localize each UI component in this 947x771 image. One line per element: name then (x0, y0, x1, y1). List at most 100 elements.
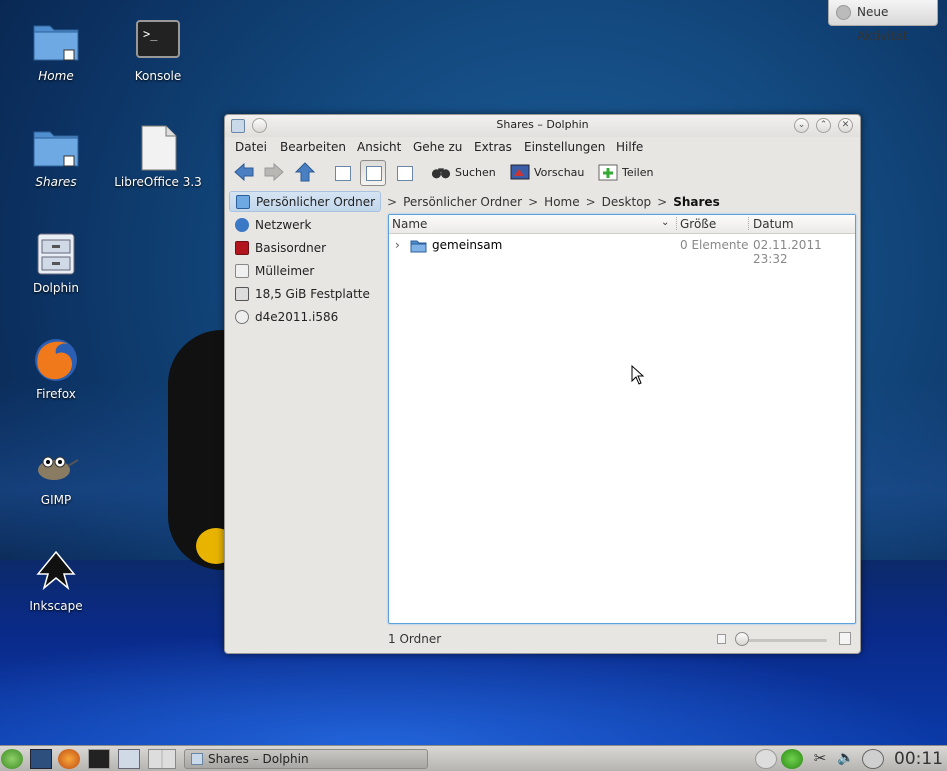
place-root[interactable]: Basisordner (229, 237, 381, 258)
dolphin-window: Shares – Dolphin ⌄ ⌃ ✕ Datei Bearbeiten … (224, 114, 861, 654)
details-view-button[interactable] (360, 160, 386, 186)
folder-icon (410, 239, 427, 256)
zoom-slider-handle[interactable] (735, 632, 749, 646)
column-divider[interactable] (748, 217, 749, 230)
breadcrumb-separator: > (387, 195, 398, 209)
up-button[interactable] (294, 160, 316, 184)
network-icon (235, 217, 249, 232)
menu-gehe-zu[interactable]: Gehe zu (413, 140, 462, 154)
menu-ansicht[interactable]: Ansicht (357, 140, 401, 154)
preview-label: Vorschau (534, 165, 585, 179)
window-title: Shares – Dolphin (496, 118, 589, 131)
place-harddisk[interactable]: 18,5 GiB Festplatte (229, 283, 381, 304)
forward-button[interactable] (263, 160, 285, 184)
expand-chevron-icon[interactable]: › (395, 238, 400, 252)
desktop-icon-gimp[interactable]: GIMP (11, 442, 101, 507)
firefox-icon[interactable] (58, 749, 80, 769)
breadcrumb-item[interactable]: Desktop (602, 195, 652, 209)
document-icon (134, 124, 182, 172)
zoom-slider-track[interactable] (739, 639, 827, 642)
root-folder-icon (235, 240, 249, 255)
mouse-cursor-icon (631, 365, 645, 385)
terminal-icon: >_ (134, 18, 182, 66)
breadcrumb-item[interactable]: Home (544, 195, 579, 209)
app-launcher-icon[interactable] (1, 749, 23, 769)
column-date[interactable]: Datum (753, 217, 794, 231)
show-desktop-icon[interactable] (30, 749, 52, 769)
breadcrumb-separator[interactable]: > (657, 195, 667, 209)
desktop-icon-dolphin[interactable]: Dolphin (11, 230, 101, 295)
home-icon (236, 194, 250, 209)
file-view[interactable]: Name ⌄ Größe Datum › gemeinsam 0 Element… (388, 214, 856, 624)
place-network[interactable]: Netzwerk (229, 214, 381, 235)
place-optical-disc[interactable]: d4e2011.i586 (229, 306, 381, 327)
notifications-icon[interactable] (755, 749, 777, 769)
menu-extras[interactable]: Extras (474, 140, 512, 154)
maximize-icon[interactable]: ⌃ (816, 118, 831, 133)
column-size[interactable]: Größe (680, 217, 716, 231)
task-dolphin[interactable]: Shares – Dolphin (184, 749, 428, 769)
menu-hilfe[interactable]: Hilfe (616, 140, 643, 154)
desktop-icon-libreoffice[interactable]: LibreOffice 3.3 (113, 124, 203, 189)
info-icon[interactable] (781, 749, 803, 769)
desktop-icon-shares[interactable]: Shares (11, 124, 101, 189)
desktop-icon-label: LibreOffice 3.3 (114, 175, 202, 189)
desktop-icon-label: Shares (35, 175, 77, 189)
zoom-out-icon[interactable] (717, 634, 726, 644)
desktop-icon-home[interactable]: Home (11, 18, 101, 83)
clock[interactable]: 00:11 (894, 749, 943, 769)
icons-view-icon (335, 166, 351, 181)
place-label: d4e2011.i586 (255, 309, 339, 324)
activity-icon (836, 5, 851, 20)
search-button[interactable]: Suchen (431, 160, 496, 184)
up-arrow-icon (294, 162, 316, 182)
column-header: Name ⌄ Größe Datum (389, 215, 855, 234)
column-divider[interactable] (676, 217, 677, 230)
task-label: Shares – Dolphin (208, 752, 309, 766)
desktop-icon-firefox[interactable]: Firefox (11, 336, 101, 401)
new-activity-button[interactable]: Neue Aktivität (828, 0, 938, 43)
terminal-icon[interactable] (88, 749, 110, 769)
breadcrumb-item[interactable]: Persönlicher Ordner (403, 195, 522, 209)
zoom-in-icon[interactable] (839, 632, 851, 645)
desktop-icon-inkscape[interactable]: Inkscape (11, 548, 101, 613)
sort-chevron-icon[interactable]: ⌄ (661, 217, 669, 228)
breadcrumb-current[interactable]: Shares (673, 195, 719, 209)
file-size: 0 Elemente (680, 238, 749, 252)
desktop-icon-konsole[interactable]: >_ Konsole (113, 18, 203, 83)
scissors-icon[interactable]: ✂ (809, 749, 831, 769)
window-titlebar[interactable]: Shares – Dolphin ⌄ ⌃ ✕ (225, 115, 860, 137)
breadcrumb-separator[interactable]: > (528, 195, 538, 209)
columns-view-button[interactable] (391, 160, 417, 186)
preview-button[interactable]: Vorschau (510, 160, 584, 184)
breadcrumb-separator[interactable]: > (586, 195, 596, 209)
icons-view-button[interactable] (329, 160, 355, 186)
pager-icon[interactable] (148, 749, 176, 769)
place-trash[interactable]: Mülleimer (229, 260, 381, 281)
status-bar: 1 Ordner (387, 630, 857, 650)
menu-datei[interactable]: Datei (235, 140, 267, 154)
desktop-icon-label: Inkscape (29, 599, 83, 613)
file-name: gemeinsam (432, 238, 503, 252)
details-view-icon (366, 166, 382, 181)
file-row[interactable]: › gemeinsam 0 Elemente 02.11.2011 23:32 (389, 236, 855, 266)
volume-icon[interactable]: 🔈 (835, 749, 857, 769)
column-name[interactable]: Name (392, 217, 427, 231)
desktop-icon-label: Firefox (36, 387, 76, 401)
search-label: Suchen (455, 165, 496, 179)
file-manager-icon[interactable] (118, 749, 140, 769)
usb-icon[interactable] (862, 749, 884, 769)
place-label: Basisordner (255, 240, 327, 255)
menubar: Datei Bearbeiten Ansicht Gehe zu Extras … (225, 137, 860, 157)
status-text: 1 Ordner (388, 632, 442, 646)
place-home[interactable]: Persönlicher Ordner (229, 191, 381, 212)
split-label: Teilen (622, 165, 654, 179)
back-button[interactable] (233, 160, 255, 184)
optical-disc-icon (235, 309, 249, 324)
split-button[interactable]: Teilen (598, 160, 653, 184)
taskbar: Shares – Dolphin ✂ 🔈 00:11 (0, 745, 947, 771)
menu-einstellungen[interactable]: Einstellungen (524, 140, 605, 154)
close-icon[interactable]: ✕ (838, 118, 853, 133)
minimize-icon[interactable]: ⌄ (794, 118, 809, 133)
menu-bearbeiten[interactable]: Bearbeiten (280, 140, 346, 154)
